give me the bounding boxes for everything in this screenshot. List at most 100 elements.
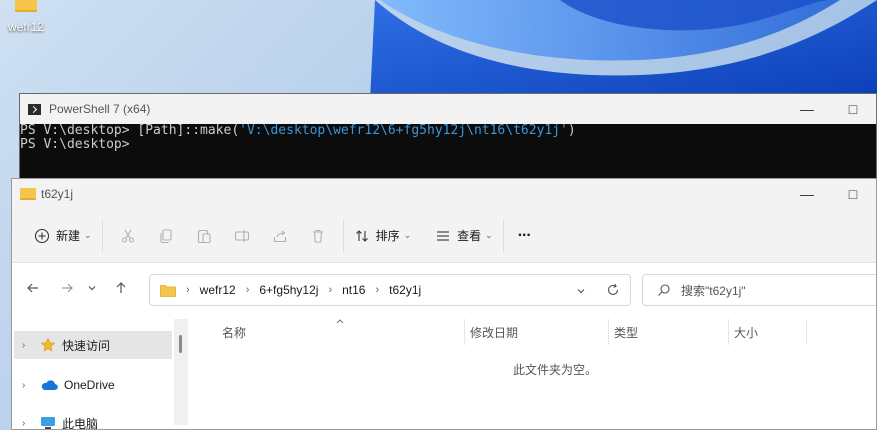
sidebar-item-label: 快速访问 [62,338,111,353]
back-button[interactable] [18,273,48,303]
column-type[interactable]: 类型 [614,319,638,345]
minimize-button[interactable]: — [784,94,830,124]
cut-button[interactable] [109,220,147,252]
more-options-button[interactable]: ··· [514,220,535,252]
folder-icon [20,188,36,200]
rename-button[interactable] [223,220,261,252]
star-icon [40,337,56,352]
cloud-icon [41,380,58,391]
powershell-titlebar[interactable]: PowerShell 7 (x64) [20,94,876,124]
terminal-output[interactable]: PS V:\desktop> [Path]::make('V:\desktop\… [20,124,876,152]
command-string: 'V:\desktop\wefr12\6+fg5hy12j\nt16\t62y1… [239,123,568,138]
recent-locations-button[interactable] [82,273,102,303]
trash-icon [312,229,323,243]
chevron-down-icon: ⌄ [485,230,493,240]
sidebar-item-this-pc[interactable]: › 此电脑 [14,409,172,430]
copy-button[interactable] [147,220,185,252]
rename-icon [234,229,249,242]
arrow-up-icon [116,282,126,293]
column-name[interactable]: 名称 [222,319,246,345]
navigation-pane: › 快速访问 › OneDrive › 此电脑 [12,319,188,430]
sidebar-item-onedrive[interactable]: › OneDrive [14,371,172,399]
chevron-right-icon: › [22,379,26,391]
chevron-down-icon: ⌄ [84,230,92,240]
chevron-down-icon: ⌄ [403,230,412,240]
address-bar[interactable]: › wefr12 › 6+fg5hy12j › nt16 › t62y1j [149,274,631,306]
desktop-folder-icon[interactable]: wefr12 [4,0,48,36]
view-lines-icon [437,230,450,241]
scissors-icon [121,229,134,243]
chevron-down-icon [88,286,96,291]
column-date-modified[interactable]: 修改日期 [470,319,518,345]
chevron-right-icon: › [22,417,26,429]
chevron-right-icon: › [22,339,26,351]
computer-icon [41,417,55,429]
chevron-right-icon: › [328,284,333,296]
search-box[interactable]: 搜索"t62y1j" [642,274,876,306]
view-button[interactable]: 查看 ⌄ [431,220,497,252]
command-text: [Path]::make( [137,123,240,138]
column-size[interactable]: 大小 [734,319,758,345]
divider [342,219,344,252]
minimize-button[interactable]: — [784,179,830,209]
sort-up-icon [336,319,344,324]
chevron-right-icon: › [245,284,250,296]
clipboard-icon [197,229,211,243]
divider [502,219,504,252]
prompt: PS V:\desktop> [20,123,138,138]
folder-icon [15,0,37,12]
sort-button[interactable]: 排序 ⌄ [350,220,416,252]
breadcrumb-item[interactable]: 6+fg5hy12j [259,283,318,297]
command-tail: ) [567,123,576,138]
share-button[interactable] [261,220,299,252]
search-placeholder: 搜索"t62y1j" [681,283,746,298]
maximize-button[interactable]: □ [830,94,876,124]
up-button[interactable] [106,273,136,303]
new-label: 新建 [56,229,81,243]
sidebar-item-label: OneDrive [64,378,115,392]
share-icon [273,230,286,242]
refresh-icon[interactable] [606,283,620,297]
chevron-down-icon[interactable] [576,286,586,296]
delete-button[interactable] [299,220,337,252]
prompt: PS V:\desktop> [20,137,130,152]
paste-button[interactable] [185,220,223,252]
column-divider[interactable] [806,319,807,345]
column-divider[interactable] [728,319,729,345]
sort-arrows-icon [355,229,368,242]
arrow-right-icon [62,283,73,293]
search-icon [658,284,670,296]
file-explorer-window[interactable]: t62y1j — □ 新建 ⌄ 排序 ⌄ 查看 ⌄ ··· › wefr12 ›… [11,178,877,430]
view-label: 查看 [457,229,482,243]
desktop-icon-label: wefr12 [7,20,45,34]
scrollbar-thumb[interactable] [179,335,182,353]
window-title: t62y1j [41,187,74,201]
explorer-titlebar[interactable]: t62y1j [12,179,876,209]
powershell-window[interactable]: PowerShell 7 (x64) — □ PS V:\desktop> [P… [19,93,877,183]
maximize-button[interactable]: □ [830,179,876,209]
sort-label: 排序 [375,229,400,243]
breadcrumb-item[interactable]: nt16 [342,283,365,297]
copy-icon [160,228,172,243]
column-divider[interactable] [464,319,465,345]
folder-icon [160,284,176,297]
forward-button[interactable] [52,273,82,303]
new-button[interactable]: 新建 ⌄ [30,220,96,252]
scrollbar[interactable] [174,319,188,425]
chevron-right-icon: › [375,284,380,296]
sidebar-item-quick-access[interactable]: › 快速访问 [14,331,172,359]
breadcrumb-item[interactable]: t62y1j [389,283,421,297]
sidebar-item-label: 此电脑 [62,416,99,430]
breadcrumb-item[interactable]: wefr12 [200,283,236,297]
chevron-right-icon: › [186,284,190,296]
plus-circle-icon [34,228,50,243]
column-divider[interactable] [608,319,609,345]
window-title: PowerShell 7 (x64) [49,102,151,116]
content-area: › 快速访问 › OneDrive › 此电脑 名称 修改日期 类型 大小 此文… [12,319,876,430]
command-bar: 新建 ⌄ 排序 ⌄ 查看 ⌄ ··· [12,209,876,263]
empty-folder-message: 此文件夹为空。 [513,363,598,377]
file-list[interactable]: 名称 修改日期 类型 大小 此文件夹为空。 [188,319,876,429]
arrow-left-icon [27,283,38,293]
powershell-icon [28,103,41,115]
divider [101,219,103,252]
